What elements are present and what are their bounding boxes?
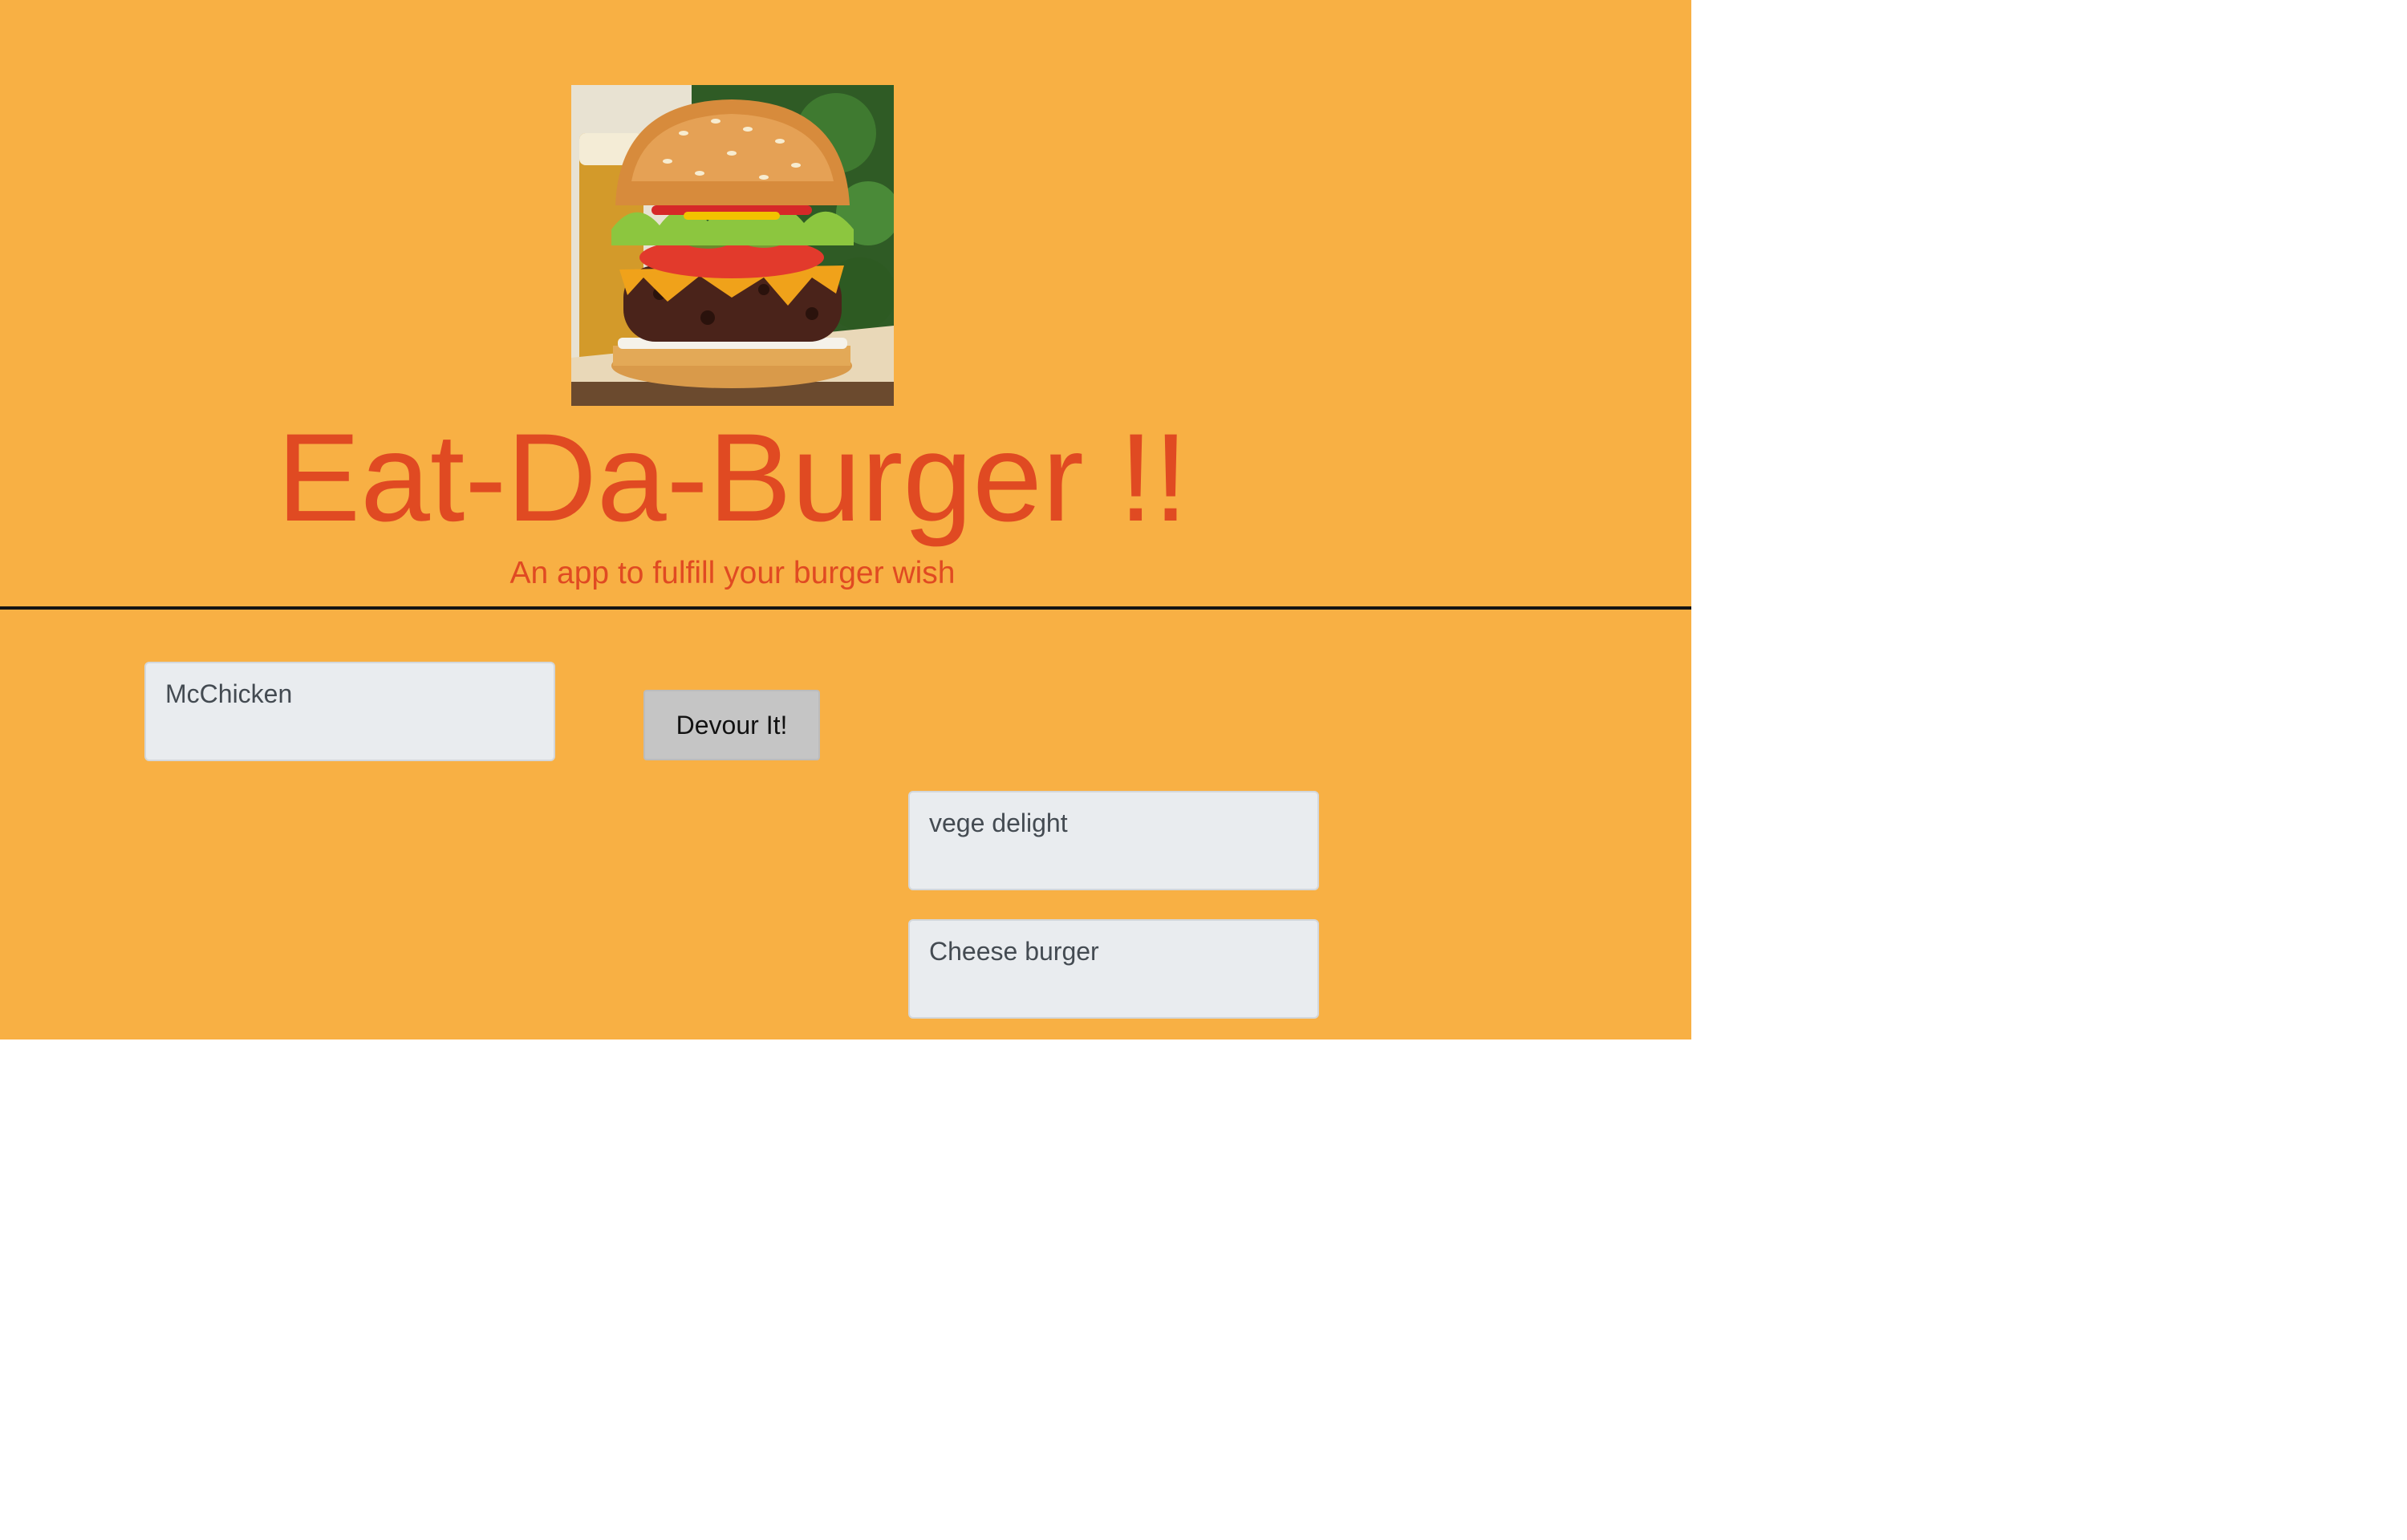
burger-item-devoured: vege delight [908, 791, 1319, 890]
page-container: Eat-Da-Burger !! An app to fulfill your … [0, 0, 1691, 1040]
page-title: Eat-Da-Burger !! [277, 408, 1188, 548]
burger-item-uneaten: McChicken [144, 662, 555, 761]
burger-image [571, 85, 894, 406]
header-divider [0, 606, 1691, 610]
page-subtitle: An app to fulfill your burger wish [509, 556, 956, 590]
devour-button[interactable]: Devour It! [643, 690, 820, 760]
burger-item-devoured: Cheese burger [908, 919, 1319, 1019]
